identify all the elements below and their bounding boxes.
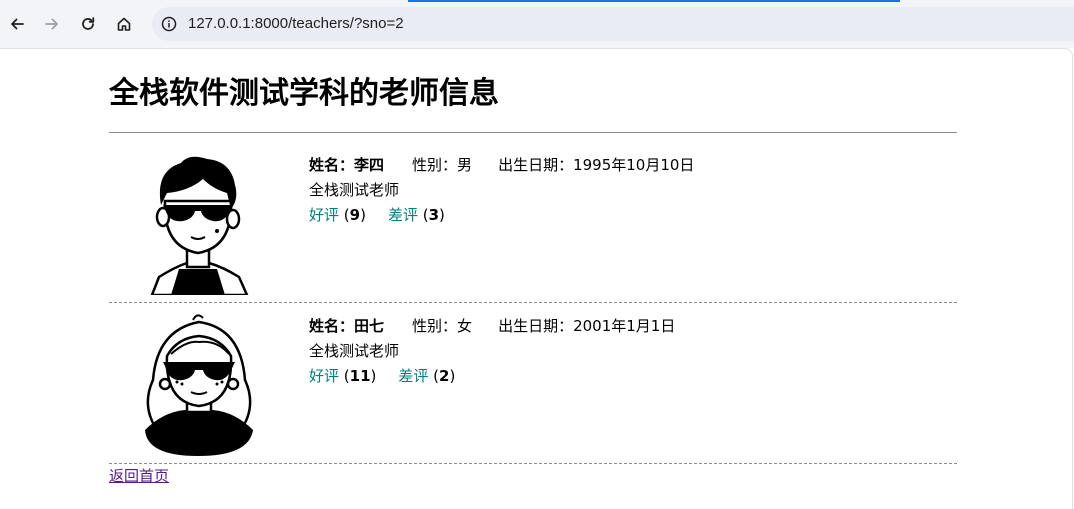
home-button[interactable] bbox=[111, 11, 137, 37]
good-vote-link[interactable]: 好评 bbox=[309, 206, 339, 224]
good-count: 9 bbox=[349, 206, 361, 224]
bad-vote-link[interactable]: 差评 bbox=[388, 206, 418, 224]
arrow-left-icon bbox=[11, 18, 24, 30]
gender-label: 性别： bbox=[412, 156, 458, 174]
vote-row: 好评 (11) 差评 (2) bbox=[309, 367, 456, 385]
teacher-gender: 男 bbox=[457, 156, 473, 174]
teacher-basic-row: 姓名：田七 性别：女 出生日期：2001年1月1日 bbox=[309, 314, 675, 339]
url-text[interactable]: 127.0.0.1:8000/teachers/?sno=2 bbox=[188, 14, 404, 34]
forward-button[interactable] bbox=[39, 11, 65, 37]
teacher-intro: 全栈测试老师 bbox=[309, 181, 400, 199]
female-sunglasses-avatar bbox=[145, 314, 253, 456]
birthday-label: 出生日期： bbox=[498, 317, 574, 335]
bad-vote-link[interactable]: 差评 bbox=[398, 367, 428, 385]
bad-count: 2 bbox=[439, 367, 450, 385]
good-count: 11 bbox=[349, 367, 371, 385]
teacher-intro: 全栈测试老师 bbox=[309, 342, 400, 360]
page-title: 全栈软件测试学科的老师信息 bbox=[109, 76, 499, 111]
teacher-basic-row: 姓名：李四 性别：男 出生日期：1995年10月10日 bbox=[309, 153, 694, 178]
bad-count: 3 bbox=[428, 206, 440, 224]
vote-row: 好评 (9) 差评 (3) bbox=[309, 206, 445, 224]
teacher-card: 姓名：李四 性别：男 出生日期：1995年10月10日 全栈测试老师 好评 (9) 差… bbox=[109, 143, 957, 303]
teacher-name: 田七 bbox=[354, 317, 385, 335]
teacher-info: 姓名：李四 性别：男 出生日期：1995年10月10日 全栈测试老师 好评 (9) 差… bbox=[309, 153, 694, 228]
gender-label: 性别： bbox=[412, 317, 458, 335]
address-bar[interactable]: 127.0.0.1:8000/teachers/?sno=2 bbox=[152, 7, 1074, 41]
back-to-home-link[interactable]: 返回首页 bbox=[109, 465, 169, 487]
male-sunglasses-avatar bbox=[150, 156, 249, 295]
name-label: 姓名： bbox=[309, 156, 355, 174]
site-info-button[interactable] bbox=[160, 15, 178, 33]
loading-progress-bar bbox=[408, 0, 900, 2]
teacher-divider bbox=[109, 302, 957, 303]
teacher-card: 姓名：田七 性别：女 出生日期：2001年1月1日 全栈测试老师 好评 (11) 差评… bbox=[109, 304, 957, 464]
teacher-birthday: 2001年1月1日 bbox=[573, 317, 676, 335]
name-label: 姓名： bbox=[309, 317, 355, 335]
birthday-label: 出生日期： bbox=[498, 156, 574, 174]
home-icon bbox=[117, 17, 131, 31]
reload-icon bbox=[82, 17, 95, 30]
teacher-divider bbox=[109, 463, 957, 464]
title-divider bbox=[109, 132, 957, 133]
teacher-gender: 女 bbox=[457, 317, 473, 335]
teacher-birthday: 1995年10月10日 bbox=[573, 156, 695, 174]
back-button[interactable] bbox=[4, 11, 30, 37]
good-vote-link[interactable]: 好评 bbox=[309, 367, 339, 385]
teacher-name: 李四 bbox=[354, 156, 385, 174]
teacher-info: 姓名：田七 性别：女 出生日期：2001年1月1日 全栈测试老师 好评 (11) 差评… bbox=[309, 314, 675, 389]
browser-toolbar: 127.0.0.1:8000/teachers/?sno=2 bbox=[0, 0, 1074, 48]
arrow-right-icon bbox=[45, 18, 58, 30]
reload-button[interactable] bbox=[75, 11, 101, 37]
page-viewport: 全栈软件测试学科的老师信息 姓名：李四 性别：男 出生日期：1995年10月10… bbox=[0, 48, 1073, 509]
info-icon bbox=[161, 16, 177, 32]
